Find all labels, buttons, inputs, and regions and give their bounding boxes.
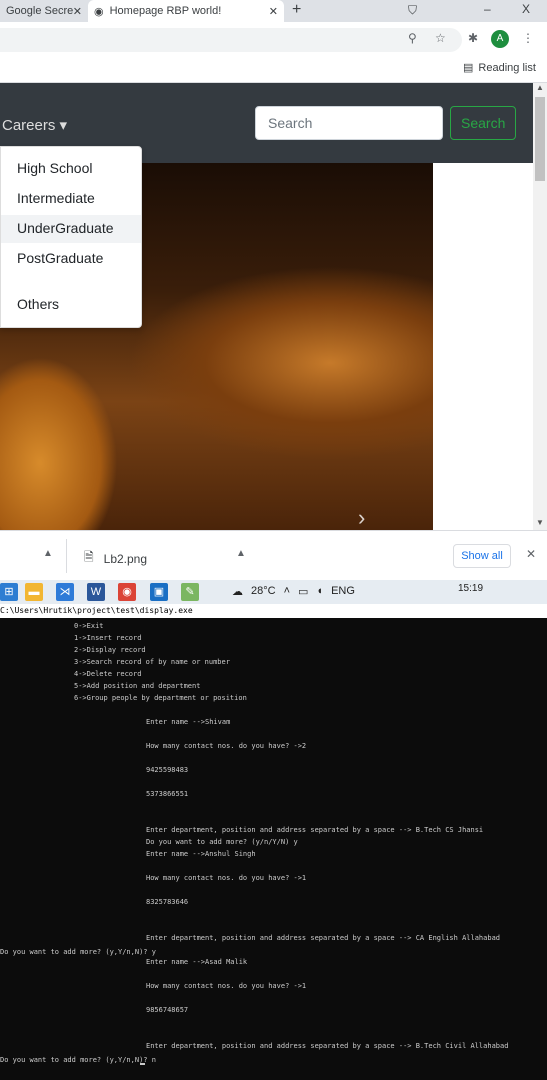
- console-line: Do you want to add more? (y,Y/n,N)? y: [0, 948, 156, 956]
- search-button[interactable]: Search: [450, 106, 516, 140]
- console-line: 6->Group people by department or positio…: [74, 694, 247, 702]
- globe-icon: ◉: [94, 5, 104, 18]
- download-file-name: Lb2.png: [103, 551, 148, 566]
- console-output[interactable]: 0->Exit 1->Insert record 2->Display reco…: [0, 618, 547, 1080]
- careers-dropdown-menu: High School Intermediate UnderGraduate P…: [0, 146, 142, 328]
- scroll-up-icon[interactable]: ▲: [536, 83, 544, 92]
- chevron-up-icon[interactable]: ▲: [43, 548, 53, 559]
- tab-homepage[interactable]: ◉ Homepage RBP world! ✕: [88, 0, 284, 22]
- console-line: 8325783646: [146, 898, 189, 906]
- new-tab-button[interactable]: +: [292, 1, 301, 19]
- address-bar: ⚲ ☆ ✱ A ⋮: [0, 22, 547, 57]
- profile-avatar[interactable]: A: [491, 30, 509, 48]
- console-line: Enter department, position and address s…: [146, 826, 484, 834]
- language-label[interactable]: ENG: [331, 585, 355, 598]
- reading-list-label: Reading list: [478, 61, 536, 74]
- divider: [66, 539, 67, 573]
- dropdown-item-others[interactable]: Others: [1, 291, 141, 319]
- console-line: Enter name -->Anshul Singh: [146, 850, 256, 858]
- careers-dropdown-toggle[interactable]: Careers ▾: [2, 116, 67, 134]
- console-line: 1->Insert record: [74, 634, 142, 642]
- reading-list-icon: ▤: [463, 62, 474, 74]
- reading-list-button[interactable]: ▤ Reading list: [463, 61, 536, 75]
- bookmark-star-icon[interactable]: ☆: [435, 31, 446, 45]
- console-line: 9856748657: [146, 1006, 189, 1014]
- windows-taskbar: ⊞ ▬ ⋊ W ◉ ▣ ✎ ☁ 28°C ˄ ▭ ◖ ENG 15:19: [0, 580, 547, 604]
- minimize-button[interactable]: –: [484, 2, 491, 16]
- file-icon: 🗎: [84, 550, 94, 564]
- console-line: 4->Delete record: [74, 670, 142, 678]
- search-input[interactable]: Search: [255, 106, 443, 140]
- close-tab-icon[interactable]: ✕: [73, 5, 82, 18]
- console-line: How many contact nos. do you have? ->1: [146, 874, 307, 882]
- console-line: Enter name -->Asad Malik: [146, 958, 248, 966]
- zoom-icon[interactable]: ⚲: [408, 31, 417, 45]
- page-scrollbar[interactable]: ▲ ▼: [533, 83, 547, 530]
- dropdown-item-undergraduate[interactable]: UnderGraduate: [1, 215, 141, 243]
- menu-icon[interactable]: ⋮: [522, 31, 534, 45]
- dropdown-item-intermediate[interactable]: Intermediate: [1, 185, 141, 213]
- console-line: How many contact nos. do you have? ->2: [146, 742, 307, 750]
- temperature-label[interactable]: 28°C: [251, 585, 276, 598]
- console-line: Enter name -->Shivam: [146, 718, 231, 726]
- console-line: 0->Exit: [74, 622, 104, 630]
- app-icon[interactable]: ▣: [150, 583, 168, 601]
- tab-bar: Google Secre ✕ ◉ Homepage RBP world! ✕ +…: [0, 0, 547, 22]
- tab-title: Google Secre: [6, 5, 74, 17]
- scrollbar-thumb[interactable]: [535, 97, 545, 181]
- system-tray: ☁ 28°C ˄ ▭ ◖ ENG: [232, 585, 355, 598]
- console-line: Do you want to add more? (y,Y/n,N)? n: [0, 1056, 156, 1064]
- chevron-up-icon[interactable]: ˄: [284, 585, 290, 598]
- tab-google[interactable]: Google Secre ✕: [0, 0, 88, 22]
- console-line: 9425598483: [146, 766, 189, 774]
- vscode-icon[interactable]: ⋊: [56, 583, 74, 601]
- console-line: 3->Search record of by name or number: [74, 658, 230, 666]
- console-line: How many contact nos. do you have? ->1: [146, 982, 307, 990]
- console-line: Enter department, position and address s…: [146, 1042, 509, 1050]
- clock[interactable]: 15:19: [458, 583, 483, 594]
- shield-icon[interactable]: ⛉: [408, 3, 417, 18]
- console-line: Enter department, position and address s…: [146, 934, 501, 942]
- chrome-icon[interactable]: ◉: [118, 583, 136, 601]
- console-line: 5373866551: [146, 790, 189, 798]
- dropdown-item-high-school[interactable]: High School: [1, 155, 141, 183]
- volume-icon[interactable]: ◖: [316, 585, 323, 598]
- paint-icon[interactable]: ✎: [181, 583, 199, 601]
- scroll-down-icon[interactable]: ▼: [536, 518, 544, 527]
- close-tab-icon[interactable]: ✕: [269, 5, 278, 18]
- file-explorer-icon[interactable]: ▬: [25, 583, 43, 601]
- download-bar: ▲ 🗎 Lb2.png ▲ Show all ✕: [0, 530, 547, 581]
- bookmarks-bar: ▤ Reading list: [0, 56, 547, 83]
- chevron-up-icon[interactable]: ▲: [236, 548, 246, 559]
- page-viewport: Careers ▾ Search Search › High School In…: [0, 83, 533, 530]
- extensions-icon[interactable]: ✱: [468, 31, 478, 45]
- console-line: 5->Add position and department: [74, 682, 201, 690]
- window-close-button[interactable]: X: [522, 2, 530, 16]
- text-cursor: [140, 1063, 145, 1065]
- show-all-button[interactable]: Show all: [453, 544, 511, 568]
- omnibox[interactable]: [0, 28, 462, 52]
- network-icon[interactable]: ▭: [298, 585, 308, 598]
- carousel-next-icon[interactable]: ›: [358, 505, 365, 530]
- console-line: 2->Display record: [74, 646, 146, 654]
- close-icon[interactable]: ✕: [526, 547, 536, 561]
- weather-icon[interactable]: ☁: [232, 585, 243, 598]
- word-icon[interactable]: W: [87, 583, 105, 601]
- dropdown-item-postgraduate[interactable]: PostGraduate: [1, 245, 141, 273]
- tab-title: Homepage RBP world!: [109, 5, 222, 17]
- search-icon[interactable]: ⊞: [0, 583, 18, 601]
- console-title: C:\Users\Hrutik\project\test\display.exe: [0, 606, 193, 615]
- download-item[interactable]: 🗎 Lb2.png: [84, 548, 147, 569]
- console-title-bar: C:\Users\Hrutik\project\test\display.exe: [0, 604, 547, 618]
- console-line: Do you want to add more? (y/n/Y/N) y: [146, 838, 298, 846]
